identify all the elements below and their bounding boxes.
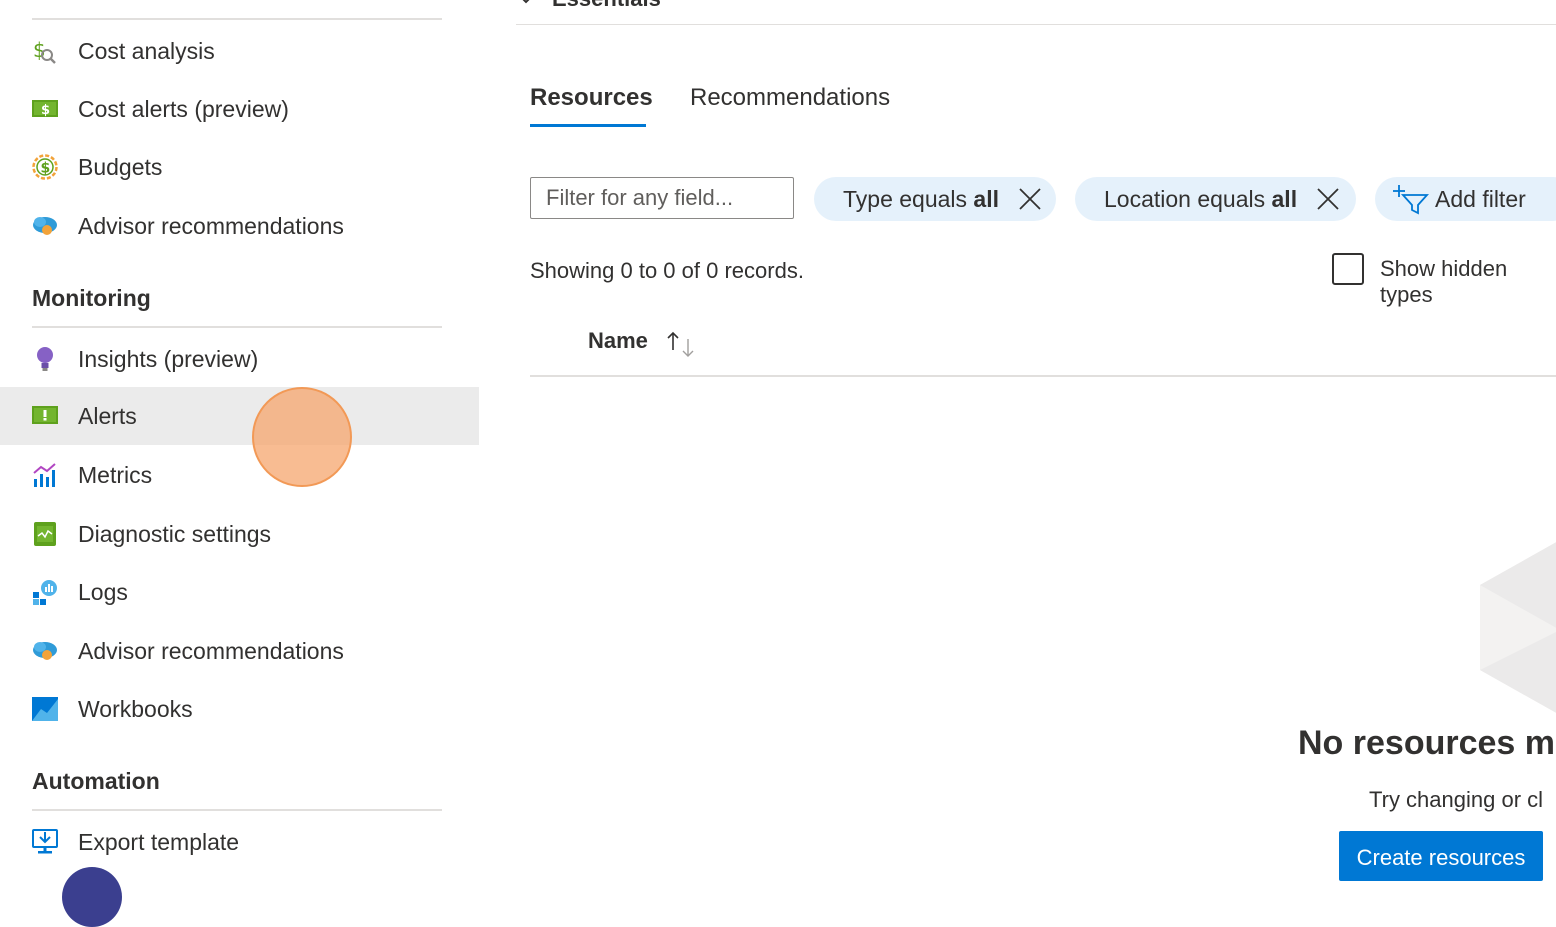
close-icon[interactable]	[1315, 186, 1341, 212]
sidebar-item-label: Export template	[78, 828, 240, 855]
create-resources-button[interactable]: Create resources	[1339, 831, 1543, 881]
empty-state-title: No resources m	[1298, 724, 1555, 762]
advisor-icon	[31, 637, 59, 665]
essentials-toggle[interactable]: Essentials	[518, 0, 661, 12]
alerts-icon	[31, 402, 59, 430]
automation-heading: Automation	[32, 768, 160, 794]
monitoring-heading: Monitoring	[32, 285, 151, 311]
sidebar-item-logs[interactable]: Logs	[0, 563, 479, 621]
sidebar-item-label: Advisor recommendations	[78, 212, 344, 239]
sidebar-item-label: Cost alerts (preview)	[78, 95, 289, 122]
sidebar-item-advisor-recommendations[interactable]: Advisor recommendations	[0, 197, 479, 255]
show-hidden-types-label: Show hidden types	[1380, 256, 1508, 307]
sidebar-item-diagnostic-settings[interactable]: Diagnostic settings	[0, 505, 479, 563]
add-filter-button[interactable]: Add filter	[1375, 177, 1556, 221]
sidebar-item-metrics[interactable]: Metrics	[0, 446, 479, 504]
metrics-icon	[31, 461, 59, 489]
logs-icon	[31, 578, 59, 606]
sidebar-item-cost-alerts[interactable]: $ Cost alerts (preview)	[0, 80, 479, 138]
add-filter-icon	[1393, 183, 1429, 215]
filter-pill-value: all	[1271, 185, 1298, 212]
sort-ascending-icon[interactable]	[664, 330, 698, 358]
add-filter-label: Add filter	[1435, 185, 1526, 212]
workbooks-icon	[31, 695, 59, 723]
sidebar-item-label: Insights (preview)	[78, 345, 259, 372]
sidebar-item-export-template[interactable]: Export template	[0, 813, 479, 871]
sidebar-item-label: Metrics	[78, 461, 153, 488]
sidebar-item-label: Cost analysis	[78, 37, 215, 64]
filter-pill-prefix: Type equals	[843, 185, 974, 212]
sidebar-item-label: Alerts	[78, 402, 137, 429]
sidebar-item-label: Logs	[78, 578, 128, 605]
table-header-divider	[530, 375, 1556, 377]
sidebar-item-advisor-recommendations-monitoring[interactable]: Advisor recommendations	[0, 622, 479, 680]
sidebar: $ Cost analysis $ Cost alerts (preview) …	[0, 0, 480, 927]
section-divider	[32, 809, 442, 811]
tab-recommendations[interactable]: Recommendations	[690, 84, 890, 112]
chevron-down-icon	[518, 0, 534, 12]
filter-pill-value: all	[973, 185, 999, 212]
section-divider	[32, 326, 442, 328]
sidebar-item-label: Budgets	[78, 153, 163, 180]
cursor-highlight	[252, 387, 352, 487]
records-count: Showing 0 to 0 of 0 records.	[530, 258, 804, 283]
sidebar-item-label: Diagnostic settings	[78, 520, 272, 547]
close-icon[interactable]	[1017, 186, 1043, 212]
show-hidden-types-checkbox[interactable]	[1332, 253, 1364, 285]
tab-resources[interactable]: Resources	[530, 84, 653, 112]
diagnostic-settings-icon	[31, 520, 59, 548]
svg-text:$: $	[41, 103, 50, 118]
location-filter-pill[interactable]: Location equals all	[1075, 177, 1356, 221]
sidebar-item-workbooks[interactable]: Workbooks	[0, 680, 479, 738]
sidebar-item-insights[interactable]: Insights (preview)	[0, 330, 479, 388]
section-divider	[32, 18, 442, 20]
sidebar-item-alerts[interactable]: Alerts	[0, 387, 479, 445]
empty-state-subtitle: Try changing or cl	[1369, 787, 1544, 812]
export-template-icon	[31, 828, 59, 856]
cost-analysis-icon: $	[31, 37, 59, 65]
sidebar-item-cost-analysis[interactable]: $ Cost analysis	[0, 22, 479, 80]
advisor-icon	[31, 212, 59, 240]
sidebar-item-label: Advisor recommendations	[78, 637, 344, 664]
filter-pill-prefix: Location equals	[1104, 185, 1272, 212]
active-tab-indicator	[530, 124, 646, 127]
budgets-icon: $	[31, 153, 59, 181]
main-content: Essentials Resources Recommendations Typ…	[480, 0, 1556, 881]
essentials-label: Essentials	[552, 0, 661, 11]
sidebar-item-label: Workbooks	[78, 695, 193, 722]
avatar	[62, 867, 122, 927]
column-header-name[interactable]: Name	[588, 328, 648, 354]
svg-text:$: $	[41, 161, 51, 177]
type-filter-pill[interactable]: Type equals all	[814, 177, 1056, 221]
sidebar-item-budgets[interactable]: $ Budgets	[0, 138, 479, 196]
insights-icon	[31, 345, 59, 373]
empty-state-illustration	[1480, 540, 1556, 715]
filter-input[interactable]	[530, 177, 794, 219]
cost-alerts-icon: $	[31, 95, 59, 123]
essentials-divider	[516, 24, 1556, 25]
